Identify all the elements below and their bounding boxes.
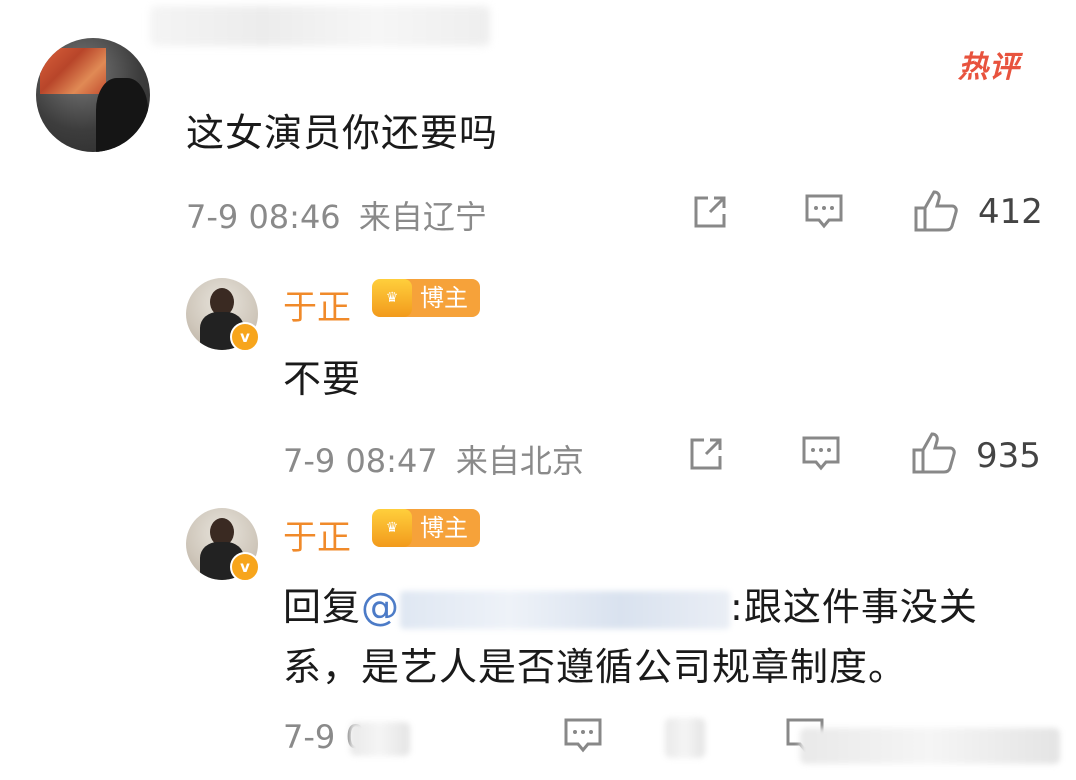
verified-v-icon: v <box>230 322 260 352</box>
comment-time: 7-9 08:46 来自辽宁 <box>186 192 487 238</box>
crown-icon: ♛ <box>372 279 412 317</box>
blurred-mention <box>400 590 731 629</box>
reply-text-line: 回复@ :跟这件事没关 <box>283 576 978 631</box>
timestamp: 7-9 08:46 <box>186 198 341 236</box>
share-icon[interactable] <box>686 434 726 474</box>
reply-username[interactable]: 于正 <box>283 280 351 329</box>
obscured-icon <box>665 718 705 758</box>
comment-icon[interactable] <box>562 716 604 756</box>
badge-label: 博主 <box>404 509 480 547</box>
location: 来自辽宁 <box>358 198 487 236</box>
like-count: 412 <box>978 192 1043 232</box>
avatar[interactable] <box>36 38 150 152</box>
verified-v-icon: v <box>230 552 260 582</box>
obscured-area <box>350 722 410 756</box>
reply-text-part: :跟这件事没关 <box>730 585 978 629</box>
badge-label: 博主 <box>404 279 480 317</box>
crown-icon: ♛ <box>372 509 412 547</box>
avatar-silhouette <box>96 78 148 152</box>
comment-icon[interactable] <box>800 434 842 474</box>
hot-comment-label: 热评 <box>958 50 1020 85</box>
thumbs-up-icon[interactable] <box>910 430 958 476</box>
mention-at: @ <box>361 585 401 629</box>
reply-time: 7-9 08:47 来自北京 <box>283 436 584 482</box>
mention-link[interactable]: @ <box>361 585 731 629</box>
share-icon[interactable] <box>690 192 730 232</box>
blurred-username <box>150 6 490 46</box>
timestamp: 7-9 08:47 <box>283 442 438 480</box>
location: 来自北京 <box>455 442 584 480</box>
thumbs-up-icon[interactable] <box>912 188 960 234</box>
comment-text: 这女演员你还要吗 <box>186 111 499 155</box>
watermark <box>800 728 1060 764</box>
avatar-background <box>40 48 106 94</box>
blogger-badge: ♛ 博主 <box>372 278 480 318</box>
like-count: 935 <box>976 436 1041 476</box>
reply-text-line-2: 系，是艺人是否遵循公司规章制度。 <box>283 645 908 689</box>
reply-text: 不要 <box>283 357 362 401</box>
blogger-badge: ♛ 博主 <box>372 508 480 548</box>
reply-username[interactable]: 于正 <box>283 510 351 559</box>
comment-icon[interactable] <box>803 192 845 232</box>
reply-prefix: 回复 <box>283 585 362 629</box>
